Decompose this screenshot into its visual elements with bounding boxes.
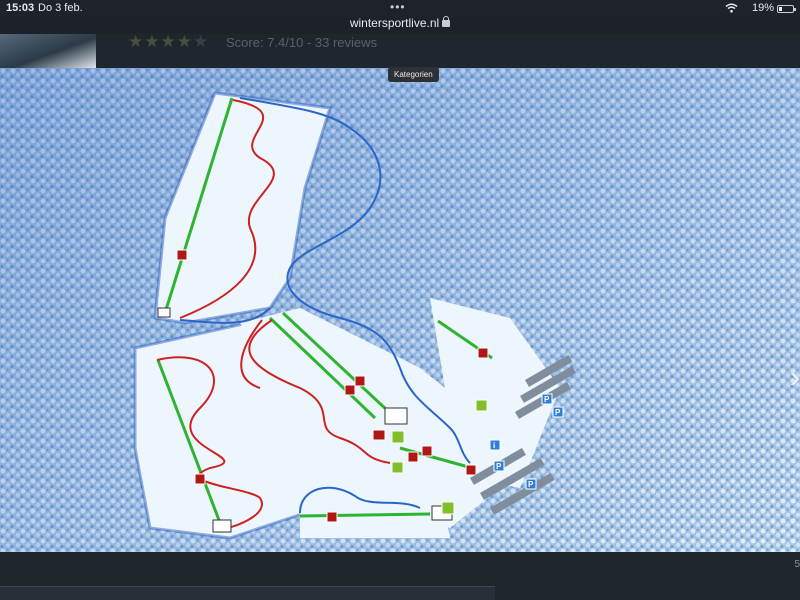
bottom-panel[interactable] bbox=[0, 586, 495, 600]
piste-map[interactable]: P P P P i › bbox=[0, 68, 800, 552]
rating-stars: ★★★★★ bbox=[128, 32, 209, 52]
page-header bbox=[0, 34, 800, 68]
star-icon: ★ bbox=[176, 32, 193, 51]
star-icon: ★ bbox=[193, 32, 210, 51]
svg-text:i: i bbox=[493, 441, 495, 450]
piste-map-graphic: P P P P i bbox=[0, 68, 800, 552]
svg-text:P: P bbox=[496, 462, 502, 471]
score-text: Score: 7.4/10 - 33 reviews bbox=[226, 35, 378, 50]
star-icon: ★ bbox=[160, 32, 177, 51]
url-bar[interactable]: wintersportlive.nl bbox=[0, 12, 800, 34]
chevron-right-icon[interactable]: › bbox=[790, 358, 800, 398]
resort-thumbnail[interactable] bbox=[0, 34, 96, 68]
svg-text:P: P bbox=[555, 408, 561, 417]
svg-text:P: P bbox=[528, 480, 534, 489]
kategorien-button[interactable]: Kategorien bbox=[388, 67, 439, 82]
star-icon: ★ bbox=[128, 32, 145, 51]
star-icon: ★ bbox=[144, 32, 161, 51]
lock-icon bbox=[442, 16, 451, 27]
svg-text:P: P bbox=[544, 395, 550, 404]
url-text: wintersportlive.nl bbox=[349, 16, 440, 30]
bottom-side-text: 5 bbox=[794, 559, 800, 570]
